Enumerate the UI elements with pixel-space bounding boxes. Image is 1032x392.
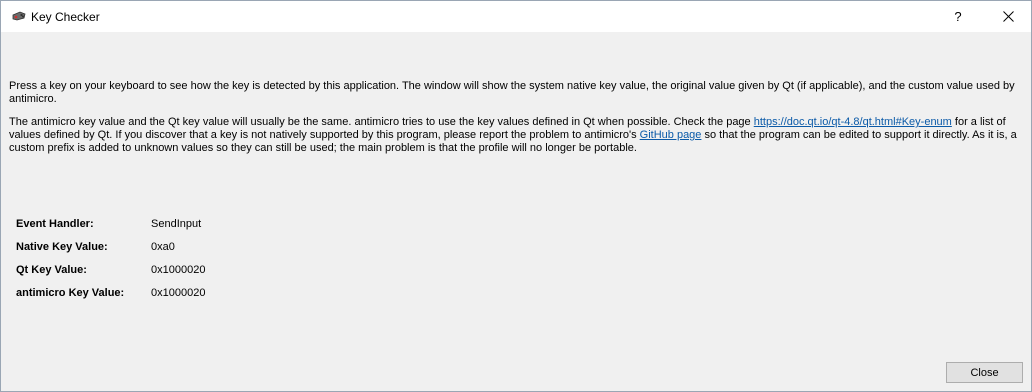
details-text-1: The antimicro key value and the Qt key v… — [9, 116, 754, 128]
title-bar: Key Checker ? — [1, 1, 1031, 32]
close-button[interactable]: Close — [946, 362, 1023, 383]
qt-key-value: 0x1000020 — [151, 264, 206, 276]
antimicro-key-value: 0x1000020 — [151, 287, 206, 299]
window-title: Key Checker — [31, 10, 100, 24]
event-handler-value: SendInput — [151, 218, 202, 230]
qt-key-label: Qt Key Value: — [16, 264, 87, 276]
dialog-content: Press a key on your keyboard to see how … — [1, 32, 1031, 391]
qt-docs-link[interactable]: https://doc.qt.io/qt-4.8/qt.html#Key-enu… — [754, 116, 952, 128]
native-key-value: 0xa0 — [151, 241, 175, 253]
antimicro-key-label: antimicro Key Value: — [16, 287, 125, 299]
key-checker-window: Key Checker ? Press a key on your keyboa… — [0, 0, 1032, 392]
details-paragraph: The antimicro key value and the Qt key v… — [9, 116, 1021, 155]
intro-paragraph: Press a key on your keyboard to see how … — [9, 80, 1015, 105]
help-button[interactable]: ? — [935, 1, 981, 32]
window-close-button[interactable] — [985, 1, 1031, 32]
native-key-label: Native Key Value: — [16, 241, 108, 253]
close-icon — [1002, 11, 1014, 22]
gamepad-icon — [12, 11, 26, 21]
event-handler-label: Event Handler: — [16, 218, 94, 230]
github-link[interactable]: GitHub page — [640, 129, 702, 141]
